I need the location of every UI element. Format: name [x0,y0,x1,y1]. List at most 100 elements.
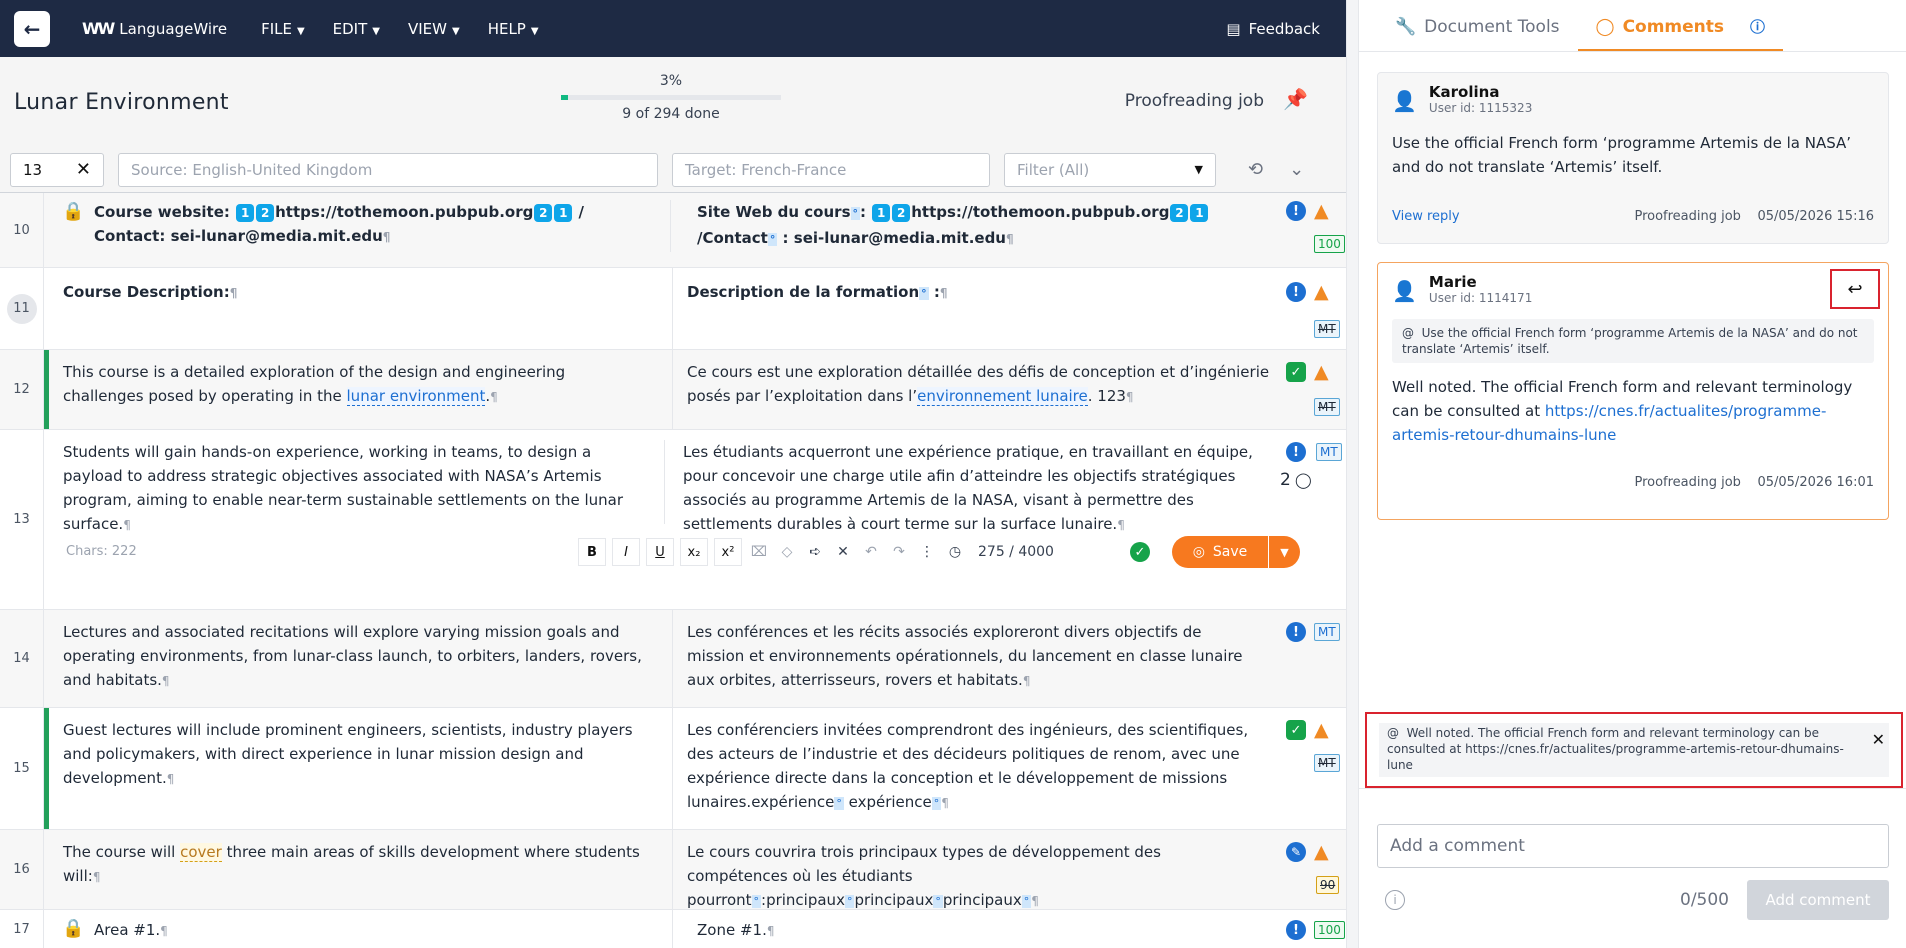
warning-icon[interactable]: ▲ [1314,362,1329,382]
target-text[interactable]: Site Web du cours °: 1 2 https://tothemoon.… [670,200,1262,252]
close-icon[interactable]: ✕ [1872,730,1885,749]
segment-row[interactable]: 12 This course is a detailed exploration… [0,350,1346,430]
comment-user-id: User id: 1115323 [1428,101,1533,115]
info-icon[interactable]: ! [1286,442,1306,462]
clear-format-icon[interactable]: ⌧ [748,538,770,566]
view-reply-link[interactable]: View reply [1392,209,1460,224]
add-comment-icon[interactable]: ◷ [944,538,966,566]
comment-icon: ◯ [1595,16,1615,37]
segment-row[interactable]: 11 Course Description:¶ Description de l… [0,268,1346,350]
back-button[interactable]: ← [14,10,50,47]
editor-pane: ← WW LanguageWire FILE ▼ EDIT ▼ VIEW ▼ HELP… [0,0,1346,948]
target-text[interactable]: Les conférenciers invitées comprendront … [672,708,1266,830]
segment-number: 10 [0,193,44,267]
tag-icon[interactable]: ◇ [776,538,798,566]
target-editor[interactable]: Les étudiants acquerront une expérience … [664,440,1254,533]
tab-comments[interactable]: ◯ Comments ⓘ [1577,16,1784,51]
clear-target-icon[interactable]: ✕ [832,538,854,566]
info-icon[interactable]: ! [1286,622,1306,642]
comment-header: 👤 Marie User id: 1114171 [1378,263,1888,315]
underline-button[interactable]: U [646,538,674,566]
segment-number: 14 [0,610,44,707]
term-highlight[interactable]: lunar environment [346,387,486,406]
segment-row-active[interactable]: 13 Students will gain hands-on experienc… [0,430,1346,610]
source-text: Guest lectures will include prominent en… [63,721,633,787]
save-dropdown-button[interactable]: ▼ [1268,536,1300,568]
comment-count[interactable]: 2 ◯ [1280,470,1312,490]
info-outline-icon[interactable]: i [1385,890,1405,910]
redo-icon[interactable]: ↷ [888,538,910,566]
menu-help[interactable]: HELP ▼ [488,20,539,38]
source-text: Course website: 1 2 https://tothemoon.pubp… [94,203,585,245]
comment-card-reply: 👤 Marie User id: 1114171 ↩ @ Use the off… [1377,262,1889,520]
segment-row[interactable]: 14 Lectures and associated recitations w… [0,610,1346,708]
mt-badge: MT [1316,443,1342,461]
menu-edit[interactable]: EDIT ▼ [333,20,380,38]
tab-document-tools[interactable]: 🔧 Document Tools [1377,17,1578,51]
target-text[interactable]: Ce cours est une exploration détaillée d… [672,350,1272,430]
warning-icon[interactable]: ▲ [1314,720,1329,740]
add-comment-button[interactable]: Add comment [1747,880,1889,920]
segment-row[interactable]: 17 🔒 Area #1.¶ Zone #1.¶ ! 100 [0,910,1346,948]
italic-button[interactable]: I [612,538,640,566]
subscript-button[interactable]: x₂ [680,538,708,566]
segment-row[interactable]: 15 Guest lectures will include prominent… [0,708,1346,830]
add-comment-input[interactable]: Add a comment [1377,824,1889,868]
brand-logo: WW LanguageWire [82,19,227,38]
segment-row[interactable]: 16 The course will cover three main area… [0,830,1346,910]
top-navbar: ← WW LanguageWire FILE ▼ EDIT ▼ VIEW ▼ HELP… [0,0,1346,57]
warning-icon[interactable]: ▲ [1314,842,1329,862]
pin-icon[interactable]: 📌 [1283,87,1308,111]
comment-text: Well noted. The official French form and… [1392,378,1853,444]
find-replace-icon[interactable]: ⟲ [1248,159,1263,180]
info-icon[interactable]: ! [1286,282,1306,302]
chevron-down-icon[interactable]: ⌄ [1289,159,1304,180]
target-search-input[interactable]: Target: French-France [672,152,990,187]
menu-file[interactable]: FILE ▼ [261,20,305,38]
more-icon[interactable]: ⋮ [916,538,938,566]
menu-view[interactable]: VIEW ▼ [408,20,460,38]
comment-text: Use the official French form ‘programme … [1392,134,1852,176]
term-highlight[interactable]: environnement lunaire [917,387,1088,406]
pencil-icon[interactable]: ✎ [1286,842,1306,862]
reply-button[interactable]: ↩ [1830,269,1880,309]
status-icons: ! 100 [1286,920,1345,940]
target-text[interactable]: Les conférences et les récits associés e… [672,610,1252,708]
quoted-comment: @ Use the official French form ‘programm… [1392,319,1874,363]
status-icons: ! ▲ [1286,282,1329,302]
copy-source-icon[interactable]: ➪ [804,538,826,566]
source-search-input[interactable]: Source: English-United Kingdom [118,152,658,187]
caret-down-icon: ▼ [372,25,380,37]
warning-icon[interactable]: ▲ [1314,201,1329,221]
status-icons: ! MT [1286,622,1340,642]
save-button[interactable]: ◎ Save [1172,536,1268,568]
tag-icon: 2 [1170,203,1189,222]
fuzzy-badge: 90 [1316,876,1340,894]
feedback-icon: ▤ [1226,19,1241,38]
lock-icon: 🔒 [62,201,85,222]
superscript-button[interactable]: x² [714,538,742,566]
feedback-button[interactable]: ▤ Feedback [1226,20,1320,38]
info-icon[interactable]: ! [1286,920,1306,940]
panel-divider[interactable] [1346,0,1358,948]
target-text[interactable]: Le cours couvrira trois principaux types… [672,830,1266,910]
app-root: ← WW LanguageWire FILE ▼ EDIT ▼ VIEW ▼ HELP… [0,0,1906,948]
info-icon[interactable]: ! [1286,201,1306,221]
comment-card: 👤 Karolina User id: 1115323 Use the offi… [1377,72,1889,244]
segment-number-input[interactable]: 13 ✕ [10,152,104,187]
target-text[interactable]: Description de la formation ° :¶ [672,268,948,350]
filter-select[interactable]: Filter (All) ▼ [1004,152,1216,187]
job-type: Proofreading job [1124,91,1264,111]
term-highlight[interactable]: cover [180,843,222,862]
bold-button[interactable]: B [578,538,606,566]
segment-row[interactable]: 10 🔒 Course website: 1 2 https://tothemoon… [0,193,1346,268]
clear-icon[interactable]: ✕ [76,159,91,180]
comment-footer: View reply Proofreading job 05/05/2026 1… [1392,209,1874,224]
shield-check-icon[interactable]: ✓ [1286,720,1306,740]
target-text[interactable]: Zone #1.¶ [672,910,774,948]
warning-icon[interactable]: ▲ [1314,282,1329,302]
undo-icon[interactable]: ↶ [860,538,882,566]
info-outline-icon[interactable]: ⓘ [1750,16,1765,37]
progress-bar [561,95,781,100]
shield-check-icon[interactable]: ✓ [1286,362,1306,382]
